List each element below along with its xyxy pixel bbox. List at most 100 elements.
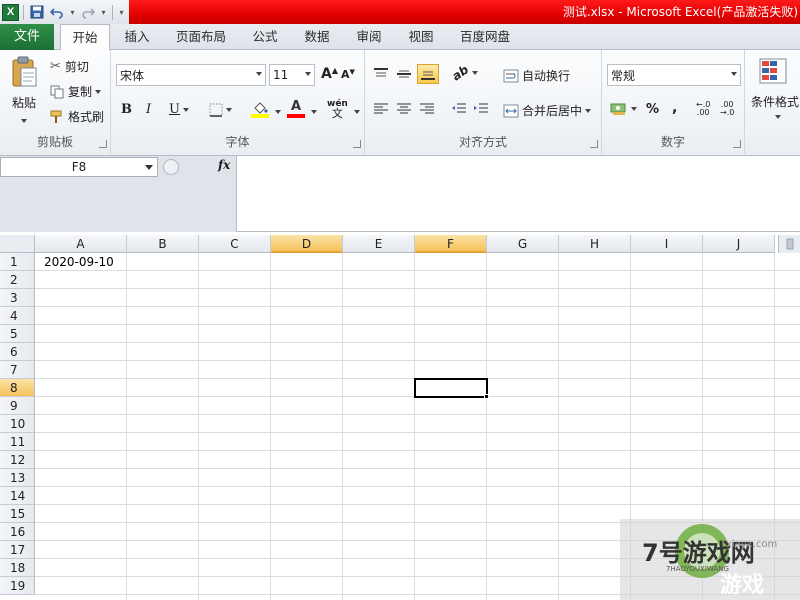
insert-function-button[interactable]: fx bbox=[218, 158, 230, 172]
tab-view[interactable]: 视图 bbox=[402, 24, 440, 50]
number-format-combo[interactable]: 常规 bbox=[607, 64, 741, 86]
number-format-dropdown-icon[interactable] bbox=[731, 72, 737, 76]
column-header-f[interactable]: F bbox=[415, 235, 487, 253]
row-header-11[interactable]: 11 bbox=[0, 433, 35, 451]
font-name-dropdown-icon[interactable] bbox=[256, 72, 262, 76]
column-header-a[interactable]: A bbox=[35, 235, 127, 253]
decrease-indent-button[interactable] bbox=[451, 102, 467, 116]
row-header-17[interactable]: 17 bbox=[0, 541, 35, 559]
row-header-3[interactable]: 3 bbox=[0, 289, 35, 307]
accounting-format-dropdown-icon[interactable] bbox=[631, 107, 637, 111]
increase-decimal-button[interactable]: ←.0.00 bbox=[696, 101, 710, 117]
tab-data[interactable]: 数据 bbox=[298, 24, 336, 50]
column-header-b[interactable]: B bbox=[127, 235, 199, 253]
row-header-6[interactable]: 6 bbox=[0, 343, 35, 361]
font-dialog-launcher[interactable] bbox=[353, 140, 361, 148]
wrap-text-button[interactable]: 自动换行 bbox=[503, 67, 570, 84]
row-header-5[interactable]: 5 bbox=[0, 325, 35, 343]
comma-style-button[interactable]: , bbox=[672, 100, 677, 116]
undo-dropdown-icon[interactable]: ▾ bbox=[68, 3, 77, 21]
phonetic-dropdown-icon[interactable] bbox=[354, 110, 360, 114]
undo-icon[interactable] bbox=[48, 3, 66, 21]
accounting-format-button[interactable] bbox=[610, 102, 637, 116]
increase-indent-button[interactable] bbox=[473, 102, 489, 116]
clipboard-dialog-launcher[interactable] bbox=[99, 140, 107, 148]
tab-file[interactable]: 文件 bbox=[0, 24, 54, 50]
save-icon[interactable] bbox=[28, 3, 46, 21]
fill-color-dropdown-icon[interactable] bbox=[275, 110, 281, 114]
borders-button[interactable] bbox=[209, 103, 232, 117]
top-align-button[interactable] bbox=[373, 67, 389, 81]
row-header-15[interactable]: 15 bbox=[0, 505, 35, 523]
phonetic-button[interactable]: wén 文 bbox=[327, 100, 348, 120]
tab-review[interactable]: 审阅 bbox=[350, 24, 388, 50]
align-left-button[interactable] bbox=[373, 102, 389, 116]
customize-qat-icon[interactable]: ▾ bbox=[117, 3, 126, 21]
font-color-button[interactable]: A bbox=[287, 100, 305, 118]
merge-center-button[interactable]: 合并后居中 bbox=[503, 102, 592, 119]
font-color-dropdown-icon[interactable] bbox=[311, 110, 317, 114]
format-painter-button[interactable]: 格式刷 bbox=[50, 108, 104, 125]
orientation-button[interactable]: ab bbox=[449, 62, 478, 84]
bold-button[interactable]: B bbox=[121, 102, 132, 117]
row-header-19[interactable]: 19 bbox=[0, 577, 35, 595]
conditional-format-button[interactable]: 条件格式 bbox=[751, 93, 799, 110]
font-name-combo[interactable]: 宋体 bbox=[116, 64, 266, 86]
row-header-2[interactable]: 2 bbox=[0, 271, 35, 289]
font-size-combo[interactable]: 11 bbox=[269, 64, 315, 86]
row-header-10[interactable]: 10 bbox=[0, 415, 35, 433]
row-header-14[interactable]: 14 bbox=[0, 487, 35, 505]
copy-dropdown-icon[interactable] bbox=[95, 89, 102, 94]
column-header-j[interactable]: J bbox=[703, 235, 775, 253]
excel-app-icon[interactable]: X bbox=[2, 3, 19, 21]
cut-button[interactable]: ✂ 剪切 bbox=[50, 58, 89, 75]
font-size-dropdown-icon[interactable] bbox=[305, 72, 311, 76]
column-header-c[interactable]: C bbox=[199, 235, 271, 253]
bottom-align-button[interactable] bbox=[417, 64, 439, 84]
underline-button[interactable]: U bbox=[169, 102, 189, 117]
decrease-decimal-button[interactable]: .00 →.0 bbox=[720, 101, 734, 117]
italic-button[interactable]: I bbox=[146, 102, 151, 117]
paste-button[interactable]: 粘贴 bbox=[6, 56, 42, 123]
tab-baidu-netdisk[interactable]: 百度网盘 bbox=[454, 24, 516, 50]
number-dialog-launcher[interactable] bbox=[733, 140, 741, 148]
align-right-button[interactable] bbox=[419, 102, 435, 116]
middle-align-button[interactable] bbox=[396, 67, 412, 81]
row-header-4[interactable]: 4 bbox=[0, 307, 35, 325]
tab-home[interactable]: 开始 bbox=[60, 24, 110, 51]
redo-dropdown-icon[interactable]: ▾ bbox=[99, 3, 108, 21]
column-header-i[interactable]: I bbox=[631, 235, 703, 253]
row-header-8[interactable]: 8 bbox=[0, 379, 35, 397]
column-header-d[interactable]: D bbox=[271, 235, 343, 253]
conditional-format-dropdown-icon[interactable] bbox=[775, 115, 781, 119]
row-header-13[interactable]: 13 bbox=[0, 469, 35, 487]
column-header-h[interactable]: H bbox=[559, 235, 631, 253]
align-center-button[interactable] bbox=[396, 102, 412, 116]
formula-bar-resize-handle[interactable] bbox=[163, 159, 179, 175]
row-header-9[interactable]: 9 bbox=[0, 397, 35, 415]
fill-color-button[interactable] bbox=[251, 102, 269, 118]
shrink-font-button[interactable]: A ▼ bbox=[341, 68, 355, 82]
row-header-1[interactable]: 1 bbox=[0, 253, 35, 271]
select-all-corner[interactable] bbox=[0, 235, 35, 253]
column-header-g[interactable]: G bbox=[487, 235, 559, 253]
vertical-scroll-up-button[interactable] bbox=[778, 235, 800, 253]
row-header-12[interactable]: 12 bbox=[0, 451, 35, 469]
tab-page-layout[interactable]: 页面布局 bbox=[168, 24, 234, 50]
redo-icon[interactable] bbox=[79, 3, 97, 21]
row-header-18[interactable]: 18 bbox=[0, 559, 35, 577]
column-header-e[interactable]: E bbox=[343, 235, 415, 253]
merge-center-dropdown-icon[interactable] bbox=[585, 108, 592, 113]
name-box[interactable]: F8 bbox=[0, 157, 158, 177]
cell-a1[interactable]: 2020-09-10 bbox=[44, 255, 114, 269]
fill-handle[interactable] bbox=[484, 394, 489, 399]
formula-input[interactable] bbox=[238, 156, 800, 232]
name-box-dropdown-icon[interactable] bbox=[145, 165, 153, 170]
active-cell-f8[interactable] bbox=[414, 378, 488, 398]
copy-button[interactable]: 复制 bbox=[50, 83, 102, 100]
row-header-7[interactable]: 7 bbox=[0, 361, 35, 379]
alignment-dialog-launcher[interactable] bbox=[590, 140, 598, 148]
tab-formulas[interactable]: 公式 bbox=[246, 24, 284, 50]
grow-font-button[interactable]: A ▲ bbox=[321, 66, 338, 83]
tab-insert[interactable]: 插入 bbox=[117, 24, 157, 50]
